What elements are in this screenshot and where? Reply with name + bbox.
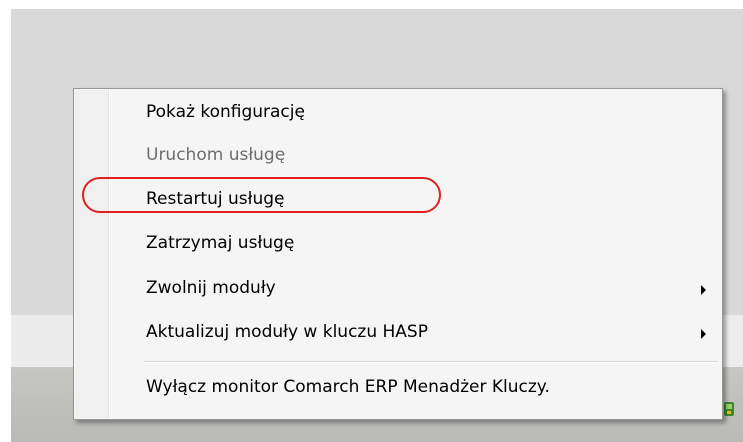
menu-item-label: Uruchom usługę bbox=[146, 145, 286, 165]
menu-item-label: Aktualizuj moduły w kluczu HASP bbox=[146, 322, 428, 342]
menu-item-stop-service[interactable]: Zatrzymaj usługę bbox=[74, 224, 722, 264]
menu-item-label: Restartuj usługę bbox=[146, 189, 285, 209]
menu-item-update-hasp-modules[interactable]: Aktualizuj moduły w kluczu HASP bbox=[74, 313, 722, 353]
menu-item-exit-monitor[interactable]: Wyłącz monitor Comarch ERP Menadżer Kluc… bbox=[74, 368, 722, 408]
chevron-right-icon bbox=[701, 285, 706, 295]
menu-item-show-config[interactable]: Pokaż konfigurację bbox=[74, 93, 722, 133]
menu-item-label: Wyłącz monitor Comarch ERP Menadżer Kluc… bbox=[146, 377, 550, 397]
tray-app-icon[interactable] bbox=[722, 400, 736, 418]
menu-item-restart-service[interactable]: Restartuj usługę bbox=[74, 180, 722, 220]
menu-separator bbox=[144, 361, 718, 363]
chevron-right-icon bbox=[701, 329, 706, 339]
context-menu: Pokaż konfigurację Uruchom usługę Restar… bbox=[73, 88, 723, 420]
menu-item-label: Zatrzymaj usługę bbox=[146, 233, 295, 253]
menu-item-label: Pokaż konfigurację bbox=[146, 102, 305, 122]
menu-item-label: Zwolnij moduły bbox=[146, 278, 276, 298]
menu-item-release-modules[interactable]: Zwolnij moduły bbox=[74, 269, 722, 309]
menu-item-start-service: Uruchom usługę bbox=[74, 136, 722, 176]
